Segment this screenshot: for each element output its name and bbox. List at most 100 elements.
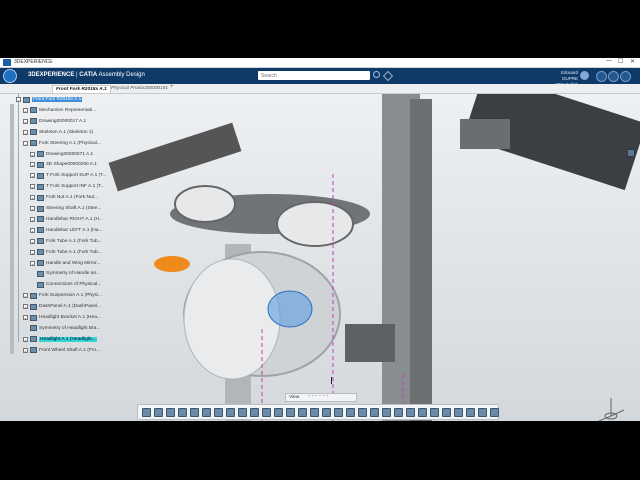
toolbar-tool-icon[interactable] <box>250 408 259 417</box>
tree-item[interactable]: + Steering Shaft A.1 (Stee... <box>30 204 101 213</box>
tree-item[interactable]: + Handle and Wing Mirror... <box>30 259 100 268</box>
toolbar-tool-icon[interactable] <box>478 408 487 417</box>
tree-item[interactable]: Connections of Physical... <box>30 280 101 289</box>
close-button[interactable]: ✕ <box>630 58 635 65</box>
toolbar-tool-icon[interactable] <box>214 408 223 417</box>
maximize-button[interactable]: ☐ <box>618 58 623 65</box>
toolbar-tool-icon[interactable] <box>490 408 499 417</box>
expand-toggle-icon[interactable]: + <box>23 107 28 114</box>
part-icon <box>37 151 44 157</box>
tree-item[interactable]: + T Fork Support SUP A.1 (T... <box>30 171 107 180</box>
new-tab-button[interactable]: + <box>170 84 174 90</box>
toolbar-tool-icon[interactable] <box>178 408 187 417</box>
toolbar-tool-icon[interactable] <box>310 408 319 417</box>
toolbar-tool-icon[interactable] <box>394 408 403 417</box>
toolbar-tool-icon[interactable] <box>418 408 427 417</box>
tree-item[interactable]: Symmetry of Handle an... <box>30 269 100 278</box>
minimize-button[interactable]: — <box>606 58 612 64</box>
toolbar-tool-icon[interactable] <box>358 408 367 417</box>
tree-item[interactable]: − Fork Steering A.1 (Physical... <box>23 139 101 148</box>
toolbar-tool-icon[interactable] <box>346 408 355 417</box>
toolbar-tool-icon[interactable] <box>202 408 211 417</box>
expand-toggle-icon[interactable]: + <box>30 260 35 267</box>
tree-item-label: Connections of Physical... <box>46 282 102 288</box>
tree-item[interactable]: + Front Wheel Shaft A.1 (Fro... <box>23 346 100 355</box>
expand-toggle-icon[interactable]: + <box>30 173 35 179</box>
toolbar-tool-icon[interactable] <box>238 408 247 417</box>
add-icon[interactable] <box>596 71 607 82</box>
tab-physical-product[interactable]: Physical Product00000191 <box>108 85 171 92</box>
tree-item-label: DashPanel A.1 (DashPanel... <box>39 304 102 310</box>
compass-icon[interactable] <box>620 71 631 82</box>
part-icon <box>37 281 44 288</box>
expand-toggle-icon[interactable]: + <box>23 304 28 310</box>
toolbar-tool-icon[interactable] <box>370 408 379 417</box>
view-dots-icon[interactable]: ◦◦◦◦◦◦ <box>308 394 330 399</box>
expand-toggle-icon[interactable]: + <box>30 184 35 190</box>
specification-tree[interactable]: − Front Fork R2018x A.1 + Mechanism Represe… <box>0 94 110 421</box>
side-panel-icon[interactable] <box>627 149 635 157</box>
expand-toggle-icon[interactable]: + <box>30 227 35 234</box>
tree-item[interactable]: − Front Fork R2018x A.1 <box>16 95 83 104</box>
3d-viewport[interactable]: − Front Fork R2018x A.1 + Mechanism Represe… <box>0 94 640 421</box>
tree-item[interactable]: Symmetry of Headlight Bra... <box>23 324 100 333</box>
expand-toggle-icon[interactable]: + <box>30 206 35 212</box>
expand-toggle-icon[interactable]: + <box>23 129 28 136</box>
toolbar-tool-icon[interactable] <box>262 408 271 417</box>
toolbar-tool-icon[interactable] <box>142 408 151 417</box>
toolbar-tool-icon[interactable] <box>454 408 463 417</box>
tree-item[interactable]: + DashPanel A.1 (DashPanel... <box>23 302 101 311</box>
toolbar-tool-icon[interactable] <box>286 408 295 417</box>
expand-toggle-icon[interactable]: − <box>16 97 21 103</box>
toolbar-tool-icon[interactable] <box>442 408 451 417</box>
toolbar-tool-icon[interactable] <box>334 408 343 417</box>
expand-toggle-icon[interactable]: + <box>30 216 35 223</box>
expand-toggle-icon[interactable]: + <box>30 151 35 158</box>
expand-toggle-icon[interactable]: + <box>23 315 28 321</box>
tab-front-fork[interactable]: Front Fork R2018x A.1 <box>52 85 111 93</box>
tree-item[interactable]: + Mechanism Representati... <box>23 106 96 115</box>
toolbar-tool-icon[interactable] <box>382 408 391 417</box>
tree-item[interactable]: + Drawing00000017 A.1 <box>23 117 86 126</box>
avatar[interactable] <box>580 71 589 80</box>
expand-toggle-icon[interactable]: + <box>30 238 35 245</box>
search-input[interactable] <box>258 71 370 80</box>
tree-item[interactable]: + Fork Tube A.1 (Fork Tub... <box>30 237 102 246</box>
toolbar-tool-icon[interactable] <box>190 408 199 417</box>
tree-item[interactable]: + Fork Tube A.1 (Fork Tub... <box>30 248 102 257</box>
tree-item[interactable]: + Handlebar RIGHT A.1 (H... <box>30 215 103 224</box>
expand-toggle-icon[interactable]: + <box>23 293 28 299</box>
search-icon[interactable] <box>373 71 380 78</box>
toolbar-tool-icon[interactable] <box>274 408 283 417</box>
axis-compass-icon[interactable] <box>596 394 626 421</box>
tree-item[interactable]: + Fork Nut A.1 (Fork Nut... <box>30 193 98 202</box>
tree-item[interactable]: + Drawing00000071 A.1 <box>30 150 93 159</box>
tree-item[interactable]: + Skeleton A.1 (Skeleton 1) <box>23 128 93 137</box>
tree-item[interactable]: + Handlebar LEFT A.1 (Ha... <box>30 226 102 235</box>
expand-toggle-icon[interactable]: − <box>23 140 28 147</box>
toolbar-tool-icon[interactable] <box>322 408 331 417</box>
toolbar-tool-icon[interactable] <box>466 408 475 417</box>
tree-item[interactable]: + Headlight A.1 (Headlight... <box>23 335 97 344</box>
toolbar-tool-icon[interactable] <box>154 408 163 417</box>
toolbar-tool-icon[interactable] <box>406 408 415 417</box>
toolbar-tool-icon[interactable] <box>430 408 439 417</box>
expand-toggle-icon[interactable]: + <box>23 347 28 354</box>
tree-item[interactable]: + Fork Suspension A.1 (Physi... <box>23 291 102 300</box>
tag-icon[interactable] <box>383 71 393 81</box>
tree-item[interactable]: + Headlight Bracket A.1 (Hea... <box>23 313 101 322</box>
share-icon[interactable] <box>608 71 619 82</box>
expand-toggle-icon[interactable]: + <box>30 195 35 201</box>
tree-item[interactable]: +3D Shape00000290 A.1 <box>30 160 97 169</box>
part-icon <box>37 238 44 245</box>
toolbar-tool-icon[interactable] <box>226 408 235 417</box>
3d-compass-icon[interactable] <box>3 69 17 83</box>
expand-toggle-icon[interactable]: + <box>30 162 35 168</box>
toolbar-tool-icon[interactable] <box>166 408 175 417</box>
expand-toggle-icon[interactable]: + <box>30 249 35 256</box>
toolbar-tool-icon[interactable] <box>298 408 307 417</box>
tree-item[interactable]: + T Fork Support INF A.1 (T... <box>30 182 105 191</box>
expand-toggle-icon[interactable]: + <box>23 118 28 125</box>
expand-toggle-icon[interactable]: + <box>23 336 28 343</box>
view-subbar[interactable]: View ◦◦◦◦◦◦ <box>285 393 357 402</box>
